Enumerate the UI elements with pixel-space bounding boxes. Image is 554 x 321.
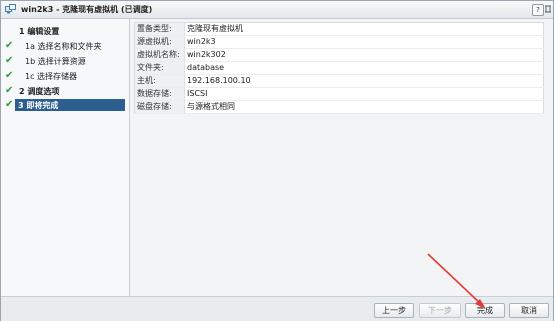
- annotation-arrow: [427, 253, 486, 309]
